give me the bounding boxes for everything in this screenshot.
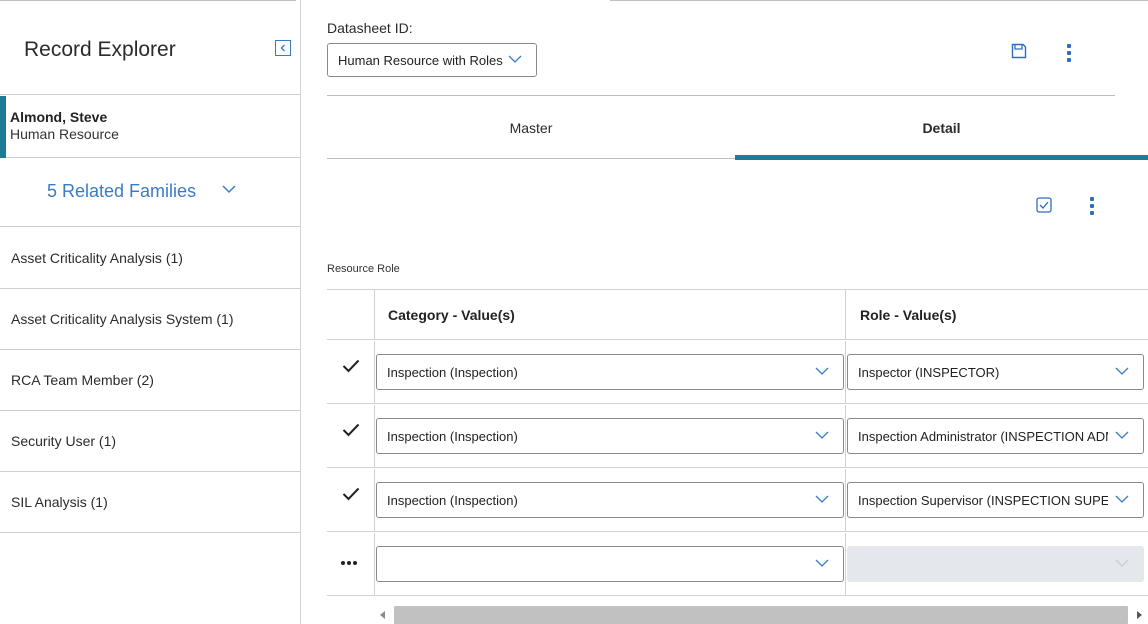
related-family-item[interactable]: Security User (1) (0, 411, 300, 472)
current-record[interactable]: Almond, Steve Human Resource (0, 96, 300, 158)
column-divider (845, 341, 846, 403)
check-icon (342, 423, 360, 437)
new-category-dropdown[interactable] (376, 546, 844, 582)
chevron-down-icon (1115, 495, 1129, 503)
column-divider (845, 290, 846, 339)
category-value: Inspection (Inspection) (387, 364, 518, 380)
chevron-down-icon (815, 559, 829, 567)
grid-header-row: Category - Value(s) Role - Value(s) (327, 289, 1148, 340)
sidebar-header: Record Explorer (0, 0, 300, 95)
selected-indicator (0, 96, 6, 158)
related-family-item[interactable]: SIL Analysis (1) (0, 472, 300, 533)
related-families-toggle[interactable]: 5 Related Families (0, 159, 300, 227)
check-icon (342, 359, 360, 373)
datasheet-id-value: Human Resource with Roles (338, 52, 503, 68)
related-family-item[interactable]: Asset Criticality Analysis System (1) (0, 289, 300, 350)
tab-divider (327, 158, 735, 159)
chevron-down-icon (815, 495, 829, 503)
datasheet-id-select[interactable]: Human Resource with Roles (327, 43, 537, 77)
column-divider (374, 405, 375, 467)
top-border-right (610, 0, 1148, 1)
column-header-role[interactable]: Role - Value(s) (860, 307, 956, 323)
column-header-category[interactable]: Category - Value(s) (388, 307, 515, 323)
new-role-dropdown (847, 546, 1144, 582)
related-family-item[interactable]: RCA Team Member (2) (0, 350, 300, 411)
tab-master[interactable]: Master (327, 96, 735, 159)
datasheet-id-label: Datasheet ID: (327, 20, 413, 36)
kebab-menu-icon[interactable] (1064, 44, 1074, 62)
chevron-down-icon (1115, 431, 1129, 439)
column-divider (374, 341, 375, 403)
caret-left-icon (380, 611, 385, 619)
role-value: Inspector (INSPECTOR) (858, 364, 1000, 380)
scrollbar-thumb[interactable] (394, 606, 1128, 624)
column-divider (374, 469, 375, 531)
chevron-left-icon (280, 44, 285, 52)
record-family: Human Resource (10, 126, 119, 142)
chevron-down-icon (1115, 559, 1129, 567)
category-value: Inspection (Inspection) (387, 492, 518, 508)
chevron-down-icon (815, 367, 829, 375)
column-divider (845, 469, 846, 531)
tab-detail[interactable]: Detail (735, 96, 1148, 159)
column-divider (374, 290, 375, 339)
category-dropdown[interactable]: Inspection (Inspection) (376, 354, 844, 390)
chevron-down-icon (222, 185, 236, 194)
role-dropdown[interactable]: Inspection Administrator (INSPECTION ADM… (847, 418, 1144, 454)
related-families-label: 5 Related Families (47, 181, 197, 201)
role-value: Inspection Administrator (INSPECTION ADM… (858, 428, 1108, 444)
record-name: Almond, Steve (10, 109, 108, 125)
collapse-sidebar-button[interactable] (275, 40, 291, 56)
chevron-down-icon (1115, 367, 1129, 375)
checkbox-icon[interactable] (1036, 197, 1052, 213)
chevron-down-icon (815, 431, 829, 439)
scroll-right-button[interactable] (1132, 609, 1146, 621)
related-family-item[interactable]: Asset Criticality Analysis (1) (0, 228, 300, 289)
check-icon (342, 487, 360, 501)
table-row: Inspection (Inspection) Inspection Admin… (327, 405, 1148, 468)
save-icon[interactable] (1011, 43, 1027, 59)
active-tab-indicator (735, 155, 1148, 160)
column-divider (374, 533, 375, 595)
chevron-down-icon (508, 55, 522, 63)
role-dropdown[interactable]: Inspector (INSPECTOR) (847, 354, 1144, 390)
column-divider (845, 405, 846, 467)
sidebar-title: Record Explorer (24, 38, 176, 61)
record-explorer-sidebar: Record Explorer Almond, Steve Human Reso… (0, 0, 301, 624)
category-value: Inspection (Inspection) (387, 428, 518, 444)
ellipsis-icon[interactable] (341, 561, 357, 565)
role-dropdown[interactable]: Inspection Supervisor (INSPECTION SUPERV… (847, 482, 1144, 518)
table-row: Inspection (Inspection) Inspector (INSPE… (327, 341, 1148, 404)
section-label: Resource Role (327, 263, 400, 275)
table-row: Inspection (Inspection) Inspection Super… (327, 469, 1148, 532)
new-row (327, 533, 1148, 596)
scroll-left-button[interactable] (376, 609, 390, 621)
category-dropdown[interactable]: Inspection (Inspection) (376, 418, 844, 454)
column-divider (845, 533, 846, 595)
kebab-menu-icon[interactable] (1087, 197, 1097, 215)
role-value: Inspection Supervisor (INSPECTION SUPERV… (858, 492, 1108, 508)
caret-right-icon (1137, 611, 1142, 619)
related-families-list: Asset Criticality Analysis (1) Asset Cri… (0, 228, 300, 533)
horizontal-scrollbar[interactable] (376, 606, 1148, 624)
category-dropdown[interactable]: Inspection (Inspection) (376, 482, 844, 518)
